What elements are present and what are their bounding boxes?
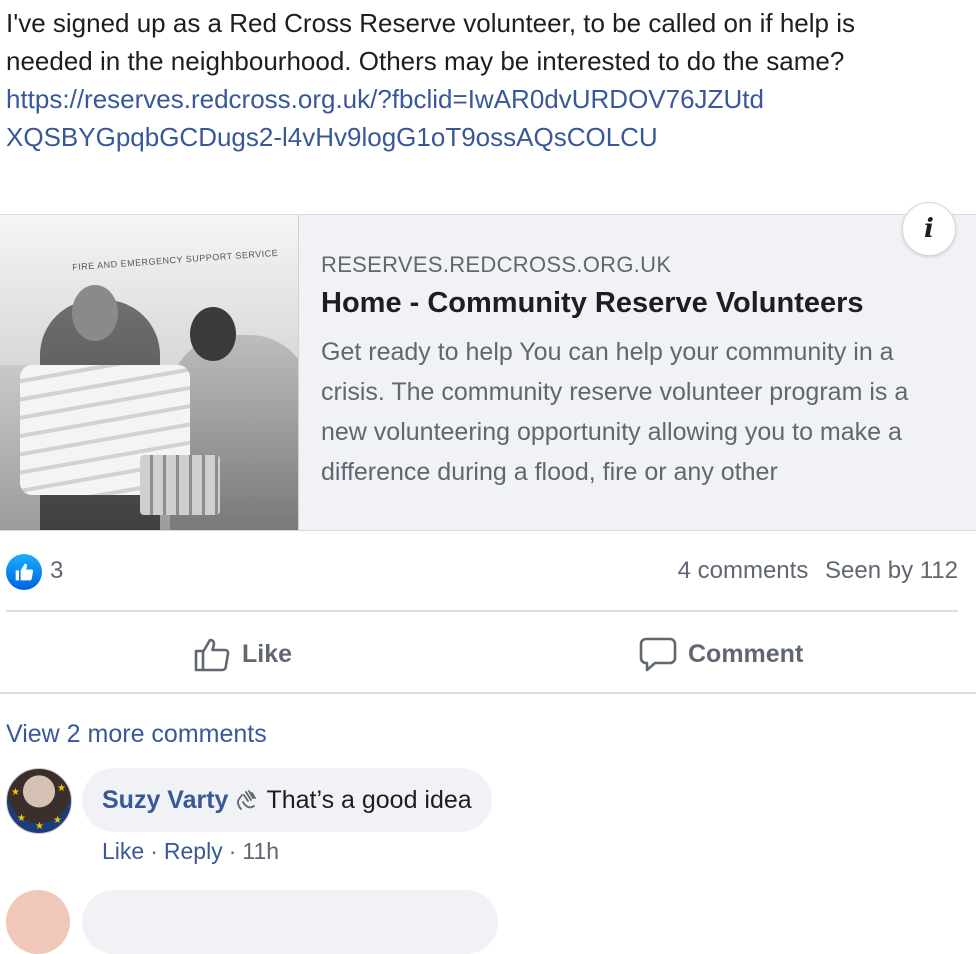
comment-icon (639, 637, 677, 672)
post-message: I've signed up as a Red Cross Reserve vo… (6, 8, 855, 76)
comment-button-label: Comment (688, 639, 804, 668)
view-more-comments-link[interactable]: View 2 more comments (6, 720, 267, 749)
comment-author[interactable]: Suzy Varty (102, 786, 228, 815)
link-preview-image[interactable]: FIRE AND EMERGENCY SUPPORT SERVICE (0, 215, 299, 530)
post-link[interactable]: https://reserves.redcross.org.uk/?fbclid… (6, 80, 766, 156)
divider (0, 692, 976, 694)
avatar[interactable]: ★ ★ ★ ★ ★ (6, 768, 72, 834)
like-button[interactable]: Like (192, 626, 292, 682)
link-description: Get ready to help You can help your comm… (321, 338, 909, 486)
wave-badge-icon (234, 787, 260, 813)
comment-actions: Like · Reply · 11h (102, 838, 279, 865)
separator-dot: · (150, 838, 158, 864)
like-button-label: Like (242, 639, 293, 668)
water-bottles (140, 455, 220, 515)
comment-timestamp[interactable]: 11h (242, 838, 279, 864)
comment-reply-link[interactable]: Reply (164, 838, 223, 864)
post-meta: 4 comments Seen by 112 (668, 557, 958, 585)
volunteer-head (190, 307, 236, 361)
link-title[interactable]: Home - Community Reserve Volunteers (321, 287, 864, 320)
comment-button[interactable]: Comment (638, 626, 803, 682)
like-count[interactable]: 3 (50, 557, 63, 585)
comments-count-link[interactable]: 4 comments (678, 557, 809, 584)
comment-like-link[interactable]: Like (102, 838, 144, 864)
info-icon[interactable]: i (902, 202, 956, 256)
post-text-block: I've signed up as a Red Cross Reserve vo… (6, 4, 946, 156)
volunteer-head (72, 285, 118, 341)
divider (6, 610, 958, 612)
reactions-summary: 3 4 comments Seen by 112 (6, 552, 958, 590)
comment-bubble: Suzy Varty That’s a good idea (82, 768, 492, 832)
comment-text: That’s a good idea (266, 785, 472, 814)
like-reaction-icon[interactable] (6, 554, 42, 590)
thumbs-up-icon (194, 638, 230, 672)
seen-by-count[interactable]: Seen by 112 (825, 557, 958, 584)
link-domain: RESERVES.REDCROSS.ORG.UK (321, 252, 672, 277)
separator-dot: · (228, 838, 237, 864)
link-preview-card[interactable]: FIRE AND EMERGENCY SUPPORT SERVICE RESER… (0, 214, 976, 531)
